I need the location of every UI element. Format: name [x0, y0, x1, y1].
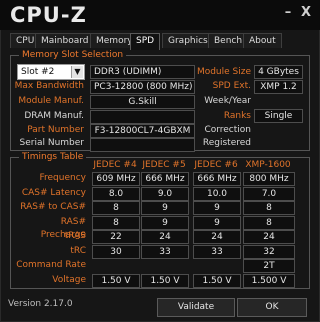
- timing-cell: 24: [243, 230, 295, 244]
- timings-col-header: JEDEC #4: [93, 160, 137, 170]
- timing-cell: 8: [243, 201, 295, 215]
- timing-cell: 8.0: [92, 187, 140, 201]
- timing-cell: 1.50 V: [193, 274, 241, 288]
- timing-cell: 9: [193, 216, 241, 230]
- chevron-down-icon[interactable]: ▼: [71, 66, 83, 78]
- module-size-label: Module Size: [196, 67, 251, 77]
- dram-manuf-value: [90, 110, 195, 124]
- module-manuf-value: G.Skill: [90, 95, 195, 109]
- timing-cell: 666 MHz: [141, 172, 189, 186]
- ranks-label: Ranks: [223, 111, 251, 121]
- slot-select[interactable]: Slot #2 ▼: [17, 64, 85, 80]
- timing-cell: 1.50 V: [92, 274, 140, 288]
- timing-cell: 8: [243, 216, 295, 230]
- timing-cell: 666 MHz: [193, 172, 241, 186]
- timing-cell: 33: [193, 245, 241, 259]
- tab-graphics[interactable]: Graphics: [162, 33, 214, 48]
- dram-manuf-label: DRAM Manuf.: [24, 111, 84, 121]
- timing-row-label: Voltage: [52, 275, 86, 285]
- validate-button[interactable]: Validate: [157, 298, 235, 317]
- timing-cell: 24: [193, 230, 241, 244]
- version-label: Version 2.17.0: [8, 299, 73, 309]
- timing-cell: 30: [92, 245, 140, 259]
- cpuz-window: CPU-Z – X CPU Mainboard Memory SPD Graph…: [0, 0, 320, 322]
- timing-cell: 22: [92, 230, 140, 244]
- close-button[interactable]: X: [298, 6, 314, 20]
- timings-col-header: JEDEC #6: [194, 160, 238, 170]
- timing-row-label: Command Rate: [16, 260, 86, 270]
- timing-cell: 9: [193, 201, 241, 215]
- max-bandwidth-label: Max Bandwidth: [14, 81, 84, 91]
- correction-label: Correction: [204, 125, 251, 135]
- part-number-label: Part Number: [27, 125, 84, 135]
- title-bar: CPU-Z – X: [0, 0, 320, 30]
- timing-cell: 9.0: [141, 187, 189, 201]
- minimize-button[interactable]: –: [280, 6, 296, 20]
- tab-mainboard[interactable]: Mainboard: [35, 33, 95, 48]
- week-year-label: Week/Year: [204, 96, 251, 106]
- slot-select-value: Slot #2: [21, 67, 55, 77]
- ranks-value: Single: [254, 109, 303, 123]
- ok-button[interactable]: OK: [237, 298, 307, 317]
- timing-row-label: tRC: [70, 246, 86, 256]
- timing-cell: 8: [92, 216, 140, 230]
- memory-slot-group-title: Memory Slot Selection: [19, 50, 127, 61]
- timing-cell: 2T: [243, 259, 295, 273]
- timing-cell: 32: [243, 245, 295, 259]
- timing-cell: 9: [141, 201, 189, 215]
- timing-cell: 33: [141, 245, 189, 259]
- timing-row-label: Frequency: [39, 173, 87, 183]
- timings-col-header: JEDEC #5: [142, 160, 186, 170]
- part-number-value: F3-12800CL7-4GBXM: [90, 124, 195, 138]
- max-bandwidth-value: PC3-12800 (800 MHz): [90, 80, 195, 94]
- spd-ext-value: XMP 1.2: [254, 80, 303, 94]
- timing-cell: 24: [141, 230, 189, 244]
- timing-cell: 8: [92, 201, 140, 215]
- timing-cell: 800 MHz: [243, 172, 295, 186]
- tab-spd[interactable]: SPD: [130, 33, 161, 50]
- timing-cell: 7.0: [243, 187, 295, 201]
- timings-group-title: Timings Table: [19, 152, 87, 163]
- serial-number-label: Serial Number: [19, 138, 84, 148]
- timing-cell: 10.0: [193, 187, 241, 201]
- timing-row-label: tRAS: [64, 231, 86, 241]
- timing-cell: 609 MHz: [92, 172, 140, 186]
- module-manuf-label: Module Manuf.: [18, 96, 84, 106]
- timings-col-header: XMP-1600: [245, 160, 291, 170]
- timing-row-label: CAS# Latency: [21, 188, 86, 198]
- serial-number-value: [90, 138, 195, 152]
- spd-ext-label: SPD Ext.: [212, 81, 251, 91]
- memory-type-value: DDR3 (UDIMM): [90, 65, 195, 79]
- registered-label: Registered: [202, 138, 251, 148]
- module-size-value: 4 GBytes: [254, 65, 303, 79]
- timing-cell: 9: [141, 216, 189, 230]
- timing-cell: 1.50 V: [141, 274, 189, 288]
- tab-about[interactable]: About: [243, 33, 282, 48]
- app-title: CPU-Z: [10, 3, 87, 27]
- timing-row-label: RAS# to CAS#: [20, 202, 86, 212]
- timing-cell: 1.500 V: [243, 274, 295, 288]
